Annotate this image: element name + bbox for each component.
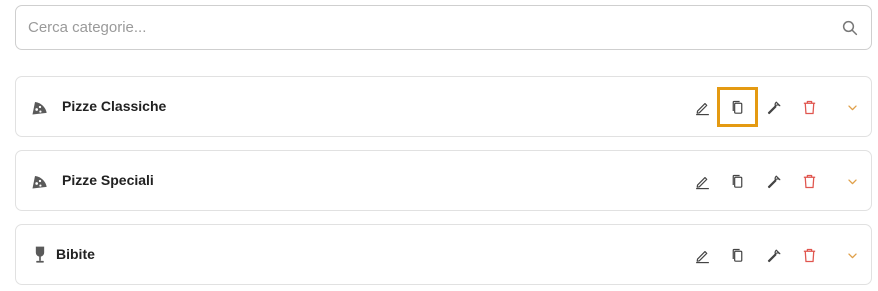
delete-button[interactable]: [795, 241, 823, 269]
edit-button[interactable]: [688, 93, 716, 121]
settings-button[interactable]: [760, 241, 788, 269]
search-icon[interactable]: [841, 19, 859, 37]
copy-icon: [732, 248, 742, 262]
pencil-icon: [695, 102, 709, 115]
trash-icon: [803, 248, 815, 262]
wrench-icon: [767, 249, 780, 262]
pencil-icon: [695, 250, 709, 263]
category-row[interactable]: Pizze Speciali: [15, 150, 872, 211]
delete-button[interactable]: [795, 93, 823, 121]
copy-icon: [732, 100, 743, 114]
duplicate-button[interactable]: [723, 241, 751, 269]
wrench-icon: [767, 175, 780, 188]
chevron-down-icon: [847, 178, 857, 184]
trash-icon: [803, 100, 815, 114]
wrench-icon: [767, 101, 780, 114]
search-input[interactable]: [16, 6, 871, 49]
expand-button[interactable]: [838, 167, 866, 195]
category-row[interactable]: Bibite: [15, 224, 872, 285]
edit-button[interactable]: [688, 167, 716, 195]
edit-button[interactable]: [688, 241, 716, 269]
trash-icon: [803, 174, 815, 188]
duplicate-button[interactable]: [717, 87, 758, 127]
category-row[interactable]: Pizze Classiche: [15, 76, 872, 137]
expand-button[interactable]: [838, 241, 866, 269]
duplicate-button[interactable]: [723, 167, 751, 195]
settings-button[interactable]: [760, 167, 788, 195]
delete-button[interactable]: [795, 167, 823, 195]
settings-button[interactable]: [760, 93, 788, 121]
copy-icon: [732, 174, 742, 188]
pencil-icon: [695, 176, 709, 189]
chevron-down-icon: [847, 252, 857, 258]
chevron-down-icon: [847, 104, 857, 110]
search-box: [15, 5, 872, 50]
expand-button[interactable]: [838, 93, 866, 121]
